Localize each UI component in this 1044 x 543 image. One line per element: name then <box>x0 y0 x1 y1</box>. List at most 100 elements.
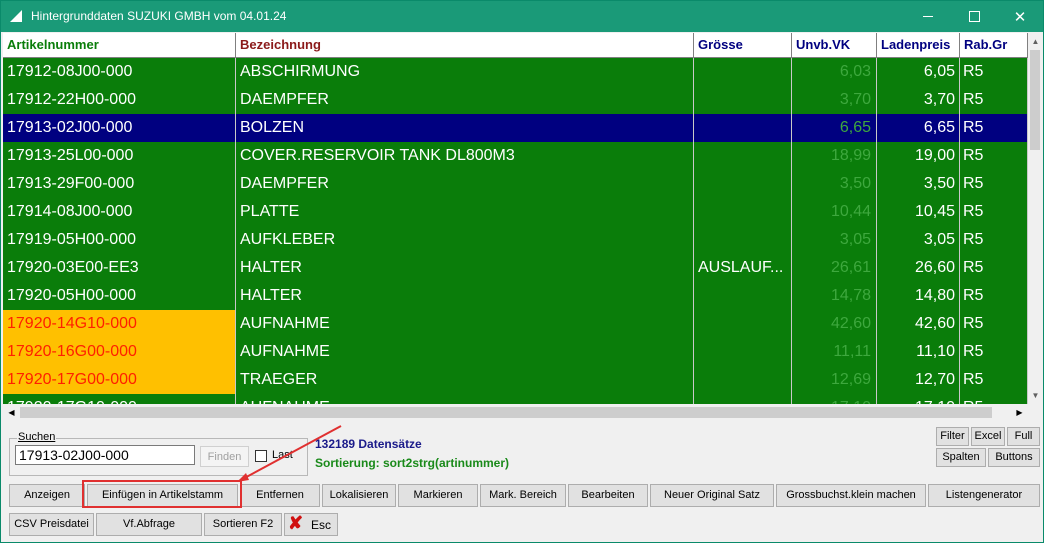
close-icon: ✕ <box>1013 8 1027 26</box>
full-button[interactable]: Full <box>1007 427 1040 446</box>
table-cell: 6,65 <box>792 114 877 142</box>
cancel-x-icon: ✘ <box>288 513 304 533</box>
show-button[interactable]: Anzeigen <box>9 484 85 507</box>
table-cell: 3,05 <box>877 226 960 254</box>
edit-button[interactable]: Bearbeiten <box>568 484 648 507</box>
record-count: 132189 Datensätze <box>315 437 422 451</box>
table-row[interactable]: 17912-22H00-000 DAEMPFER 3,70 3,70 R5 <box>3 86 1028 114</box>
table-cell <box>694 394 792 404</box>
list-generator-button[interactable]: Listengenerator <box>928 484 1040 507</box>
table-row[interactable]: 17920-14G10-000 AUFNAHME 42,60 42,60 R5 <box>3 310 1028 338</box>
close-button[interactable]: ✕ <box>997 1 1043 32</box>
vf-query-button[interactable]: Vf.Abfrage <box>96 513 202 536</box>
remove-button[interactable]: Entfernen <box>240 484 320 507</box>
table-cell: 17919-05H00-000 <box>3 226 236 254</box>
table-cell: 3,50 <box>877 170 960 198</box>
find-button[interactable]: Finden <box>200 446 249 467</box>
column-header-ladenpreis[interactable]: Ladenpreis <box>877 33 960 58</box>
table-cell: 3,70 <box>877 86 960 114</box>
mark-range-button[interactable]: Mark. Bereich <box>480 484 566 507</box>
table-cell: 26,61 <box>792 254 877 282</box>
table-cell: 17920-03E00-EE3 <box>3 254 236 282</box>
table-row[interactable]: 17920-03E00-EE3 HALTER AUSLAUF... 26,61 26,6… <box>3 254 1028 282</box>
table-cell: 3,70 <box>792 86 877 114</box>
table-cell: 42,60 <box>792 310 877 338</box>
excel-button[interactable]: Excel <box>971 427 1005 446</box>
minimize-button[interactable] <box>905 1 951 32</box>
table-row[interactable]: 17920-17G00-000 TRAEGER 12,69 12,70 R5 <box>3 366 1028 394</box>
table-cell: R5 <box>960 86 1028 114</box>
table-cell: 11,10 <box>877 338 960 366</box>
scroll-up-arrow-icon[interactable]: ▲ <box>1028 33 1043 50</box>
table-cell: 17920-05H00-000 <box>3 282 236 310</box>
table-cell: HALTER <box>236 282 694 310</box>
data-grid[interactable]: Artikelnummer Bezeichnung Grösse Unvb.VK… <box>3 33 1028 404</box>
table-cell: R5 <box>960 58 1028 86</box>
table-cell: R5 <box>960 394 1028 404</box>
table-cell: PLATTE <box>236 198 694 226</box>
table-row[interactable]: 17919-05H00-000 AUFKLEBER 3,05 3,05 R5 <box>3 226 1028 254</box>
horizontal-scroll-thumb[interactable] <box>20 407 992 418</box>
table-cell: ABSCHIRMUNG <box>236 58 694 86</box>
table-row[interactable]: 17920-05H00-000 HALTER 14,78 14,80 R5 <box>3 282 1028 310</box>
table-row[interactable]: 17912-08J00-000 ABSCHIRMUNG 6,03 6,05 R5 <box>3 58 1028 86</box>
table-cell: 12,70 <box>877 366 960 394</box>
column-header-rab-gr[interactable]: Rab.Gr <box>960 33 1028 58</box>
sort-f2-button[interactable]: Sortieren F2 <box>204 513 282 536</box>
table-cell <box>694 58 792 86</box>
table-cell: 6,65 <box>877 114 960 142</box>
table-row[interactable]: 17914-08J00-000 PLATTE 10,44 10,45 R5 <box>3 198 1028 226</box>
last-checkbox[interactable] <box>255 450 267 462</box>
table-cell: TRAEGER <box>236 366 694 394</box>
localize-button[interactable]: Lokalisieren <box>322 484 396 507</box>
table-cell: 19,00 <box>877 142 960 170</box>
table-cell: 42,60 <box>877 310 960 338</box>
table-cell: AUFNAHME <box>236 394 694 404</box>
table-cell: 10,45 <box>877 198 960 226</box>
table-row[interactable]: 17920-16G00-000 AUFNAHME 11,11 11,10 R5 <box>3 338 1028 366</box>
table-row[interactable]: 17920-17G10-000AUFNAHME17,1017,10R5 <box>3 394 1028 404</box>
column-header-groesse[interactable]: Grösse <box>694 33 792 58</box>
mark-button[interactable]: Markieren <box>398 484 478 507</box>
horizontal-scrollbar[interactable]: ◀ ▶ <box>3 404 1028 421</box>
table-row[interactable]: 17913-29F00-000 DAEMPFER 3,50 3,50 R5 <box>3 170 1028 198</box>
new-original-record-button[interactable]: Neuer Original Satz <box>650 484 774 507</box>
table-cell: 17920-17G10-000 <box>3 394 236 404</box>
vertical-scroll-thumb[interactable] <box>1030 50 1040 150</box>
table-cell: 12,69 <box>792 366 877 394</box>
vertical-scrollbar[interactable]: ▲ ▼ <box>1028 33 1043 404</box>
columns-button[interactable]: Spalten <box>936 448 986 467</box>
scroll-down-arrow-icon[interactable]: ▼ <box>1028 387 1043 404</box>
buttons-button[interactable]: Buttons <box>988 448 1040 467</box>
table-cell: BOLZEN <box>236 114 694 142</box>
table-cell: R5 <box>960 282 1028 310</box>
csv-price-file-button[interactable]: CSV Preisdatei <box>9 513 94 536</box>
table-cell: AUSLAUF... <box>694 254 792 282</box>
table-cell: 6,03 <box>792 58 877 86</box>
esc-button[interactable]: ✘ Esc <box>284 513 338 536</box>
scroll-right-arrow-icon[interactable]: ▶ <box>1011 404 1028 421</box>
column-header-bezeichnung[interactable]: Bezeichnung <box>236 33 694 58</box>
search-input[interactable] <box>15 445 195 465</box>
table-cell: HALTER <box>236 254 694 282</box>
table-cell: AUFNAHME <box>236 338 694 366</box>
filter-button[interactable]: Filter <box>936 427 969 446</box>
column-header-unvb-vk[interactable]: Unvb.VK <box>792 33 877 58</box>
maximize-button[interactable] <box>951 1 997 32</box>
scroll-left-arrow-icon[interactable]: ◀ <box>3 404 20 421</box>
window-title: Hintergrunddaten SUZUKI GMBH vom 04.01.2… <box>31 9 287 23</box>
table-cell: 17,10 <box>877 394 960 404</box>
lowercase-button[interactable]: Grossbuchst.klein machen <box>776 484 926 507</box>
table-cell <box>694 366 792 394</box>
table-row-selected[interactable]: 17913-02J00-000 BOLZEN 6,65 6,65 R5 <box>3 114 1028 142</box>
table-row[interactable]: 17913-25L00-000 COVER.RESERVOIR TANK DL80… <box>3 142 1028 170</box>
table-cell: 14,80 <box>877 282 960 310</box>
table-cell: 17920-17G00-000 <box>3 366 236 394</box>
table-cell <box>694 226 792 254</box>
minimize-icon <box>923 16 933 17</box>
table-cell <box>694 114 792 142</box>
app-window: Hintergrunddaten SUZUKI GMBH vom 04.01.2… <box>0 0 1044 543</box>
table-cell: AUFKLEBER <box>236 226 694 254</box>
annotation-highlight-box <box>82 480 242 508</box>
column-header-artikelnummer[interactable]: Artikelnummer <box>3 33 236 58</box>
